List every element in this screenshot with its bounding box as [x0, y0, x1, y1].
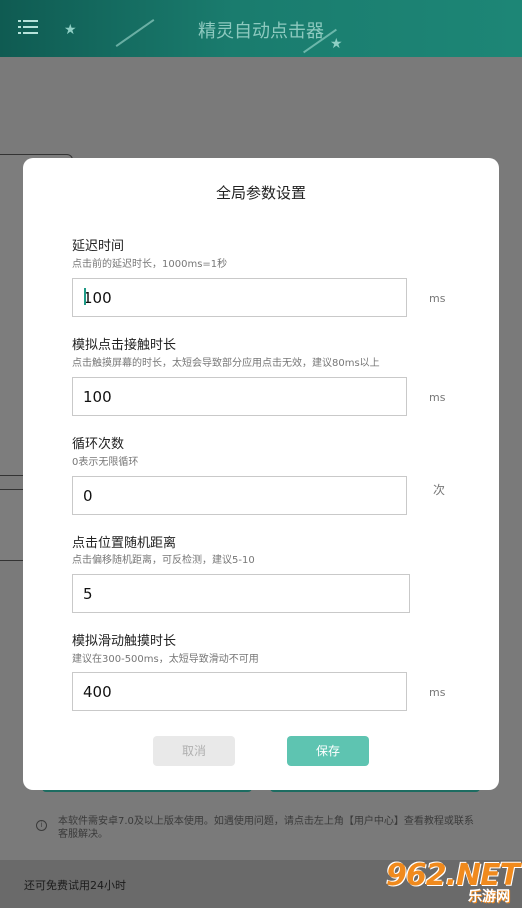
loop-count-hint: 0表示无限循环	[72, 457, 139, 468]
app-title: 精灵自动点击器	[198, 21, 324, 42]
loop-count-unit: 次	[433, 483, 446, 497]
text-cursor	[84, 288, 86, 305]
random-offset-label: 点击位置随机距离	[72, 536, 177, 551]
watermark-sub: 乐游网	[468, 889, 510, 905]
swipe-duration-input[interactable]	[72, 672, 407, 711]
trial-text: 还可免费试用24小时	[24, 879, 126, 892]
loop-count-label: 循环次数	[72, 437, 125, 452]
cancel-button[interactable]: 取消	[153, 736, 235, 766]
delay-time-input[interactable]	[72, 278, 407, 317]
random-offset-input[interactable]	[72, 574, 410, 613]
global-settings-dialog: 全局参数设置 延迟时间 点击前的延迟时长，1000ms=1秒 ms 模拟点击接触…	[23, 158, 499, 790]
swipe-duration-hint: 建议在300-500ms，太短导致滑动不可用	[72, 654, 259, 665]
touch-duration-hint: 点击触摸屏幕的时长，太短会导致部分应用点击无效，建议80ms以上	[72, 358, 380, 369]
touch-duration-label: 模拟点击接触时长	[72, 338, 177, 353]
touch-duration-input[interactable]	[72, 377, 407, 416]
delay-time-unit: ms	[429, 292, 446, 305]
swipe-duration-unit: ms	[429, 686, 446, 699]
save-button[interactable]: 保存	[287, 736, 369, 766]
dialog-title: 全局参数设置	[215, 184, 306, 202]
loop-count-input[interactable]	[72, 476, 407, 515]
notice: i 本软件需安卓7.0及以上版本使用。如遇使用问题，请点击左上角【用户中心】查看…	[36, 815, 480, 841]
notice-text: 本软件需安卓7.0及以上版本使用。如遇使用问题，请点击左上角【用户中心】查看教程…	[58, 816, 474, 840]
app-bar: ★ ★ 精灵自动点击器	[0, 0, 522, 57]
delay-time-hint: 点击前的延迟时长，1000ms=1秒	[72, 259, 228, 270]
swipe-duration-label: 模拟滑动触摸时长	[72, 634, 177, 649]
delay-time-label: 延迟时间	[72, 239, 125, 254]
random-offset-hint: 点击偏移随机距离，可反检测，建议5-10	[72, 555, 255, 566]
watermark-logo: 962.NET 乐游网	[384, 858, 520, 906]
info-icon: i	[36, 820, 47, 831]
touch-duration-unit: ms	[429, 391, 446, 404]
